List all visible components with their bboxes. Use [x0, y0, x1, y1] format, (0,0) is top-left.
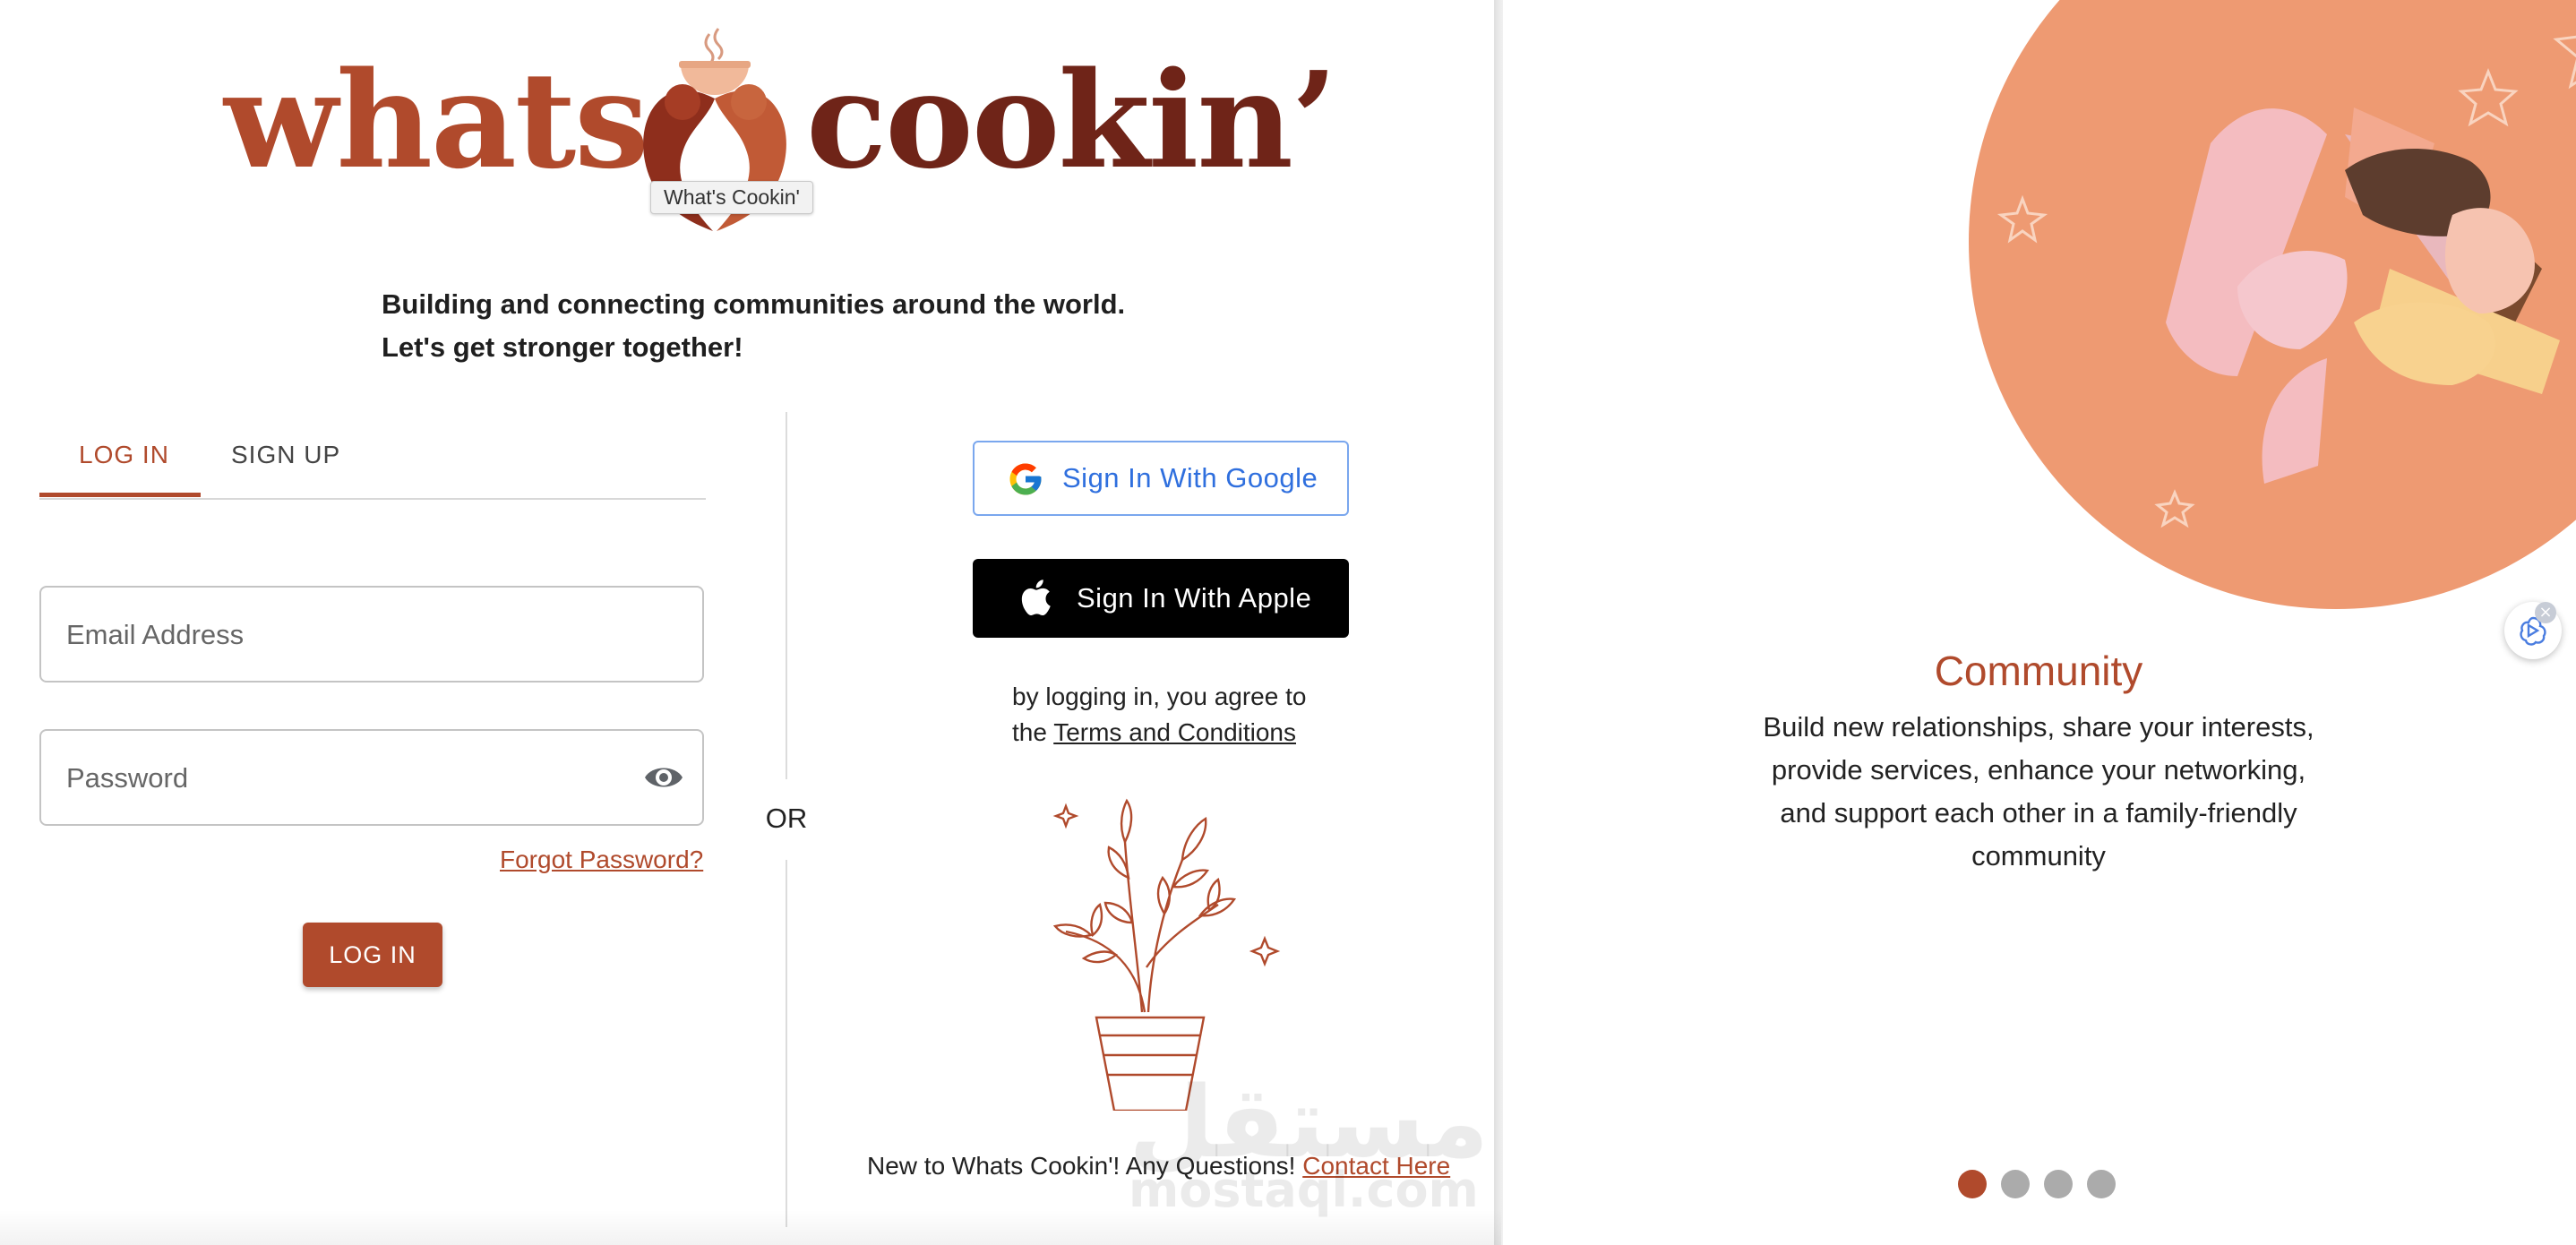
terms-text-line-2: the Terms and Conditions: [1012, 718, 1296, 747]
tagline-line-2: Let's get stronger together!: [382, 331, 743, 363]
carousel-panel: Community Build new relationships, share…: [1503, 0, 2576, 1245]
tagline-line-1: Building and connecting communities arou…: [382, 288, 1126, 320]
logo-word-cookin: cookin’: [806, 42, 1337, 198]
slide-description-line: provide services, enhance your networkin…: [1771, 754, 2306, 786]
apple-signin-button[interactable]: Sign In With Apple: [973, 559, 1349, 638]
carousel-dot-2[interactable]: [2001, 1170, 2030, 1198]
plant-illustration: [1052, 798, 1281, 1111]
eye-icon[interactable]: [643, 760, 684, 795]
login-panel: whats cookin’ What's Cookin' Building an…: [0, 0, 1501, 1245]
slide-description-line: community: [1971, 840, 2106, 872]
watermark-arabic: مستقل: [1129, 1065, 1490, 1180]
divider-line-top: [786, 412, 787, 779]
logo-word-whats: whats: [224, 42, 649, 198]
email-field[interactable]: [39, 586, 704, 683]
carousel-dot-4[interactable]: [2087, 1170, 2116, 1198]
slide-description-line: Build new relationships, share your inte…: [1763, 711, 2314, 743]
forgot-password-link[interactable]: Forgot Password?: [500, 846, 703, 874]
app-logo: whats cookin’ What's Cookin': [224, 18, 1337, 242]
password-field[interactable]: [39, 729, 704, 826]
slide-title: Community: [1934, 648, 2143, 694]
password-input[interactable]: [64, 731, 597, 826]
active-tab-indicator: [39, 493, 201, 497]
close-icon[interactable]: ×: [2535, 602, 2556, 623]
terms-link[interactable]: Terms and Conditions: [1053, 718, 1296, 746]
login-button[interactable]: LOG IN: [303, 923, 442, 987]
auth-tabs: LOG IN SIGN UP: [39, 421, 706, 500]
email-input[interactable]: [64, 588, 597, 683]
watermark-latin: mostaql.com: [1129, 1162, 1479, 1218]
terms-text-line-1: by logging in, you agree to: [1012, 683, 1307, 710]
watermark: مستقل mostaql.com: [1129, 1065, 1490, 1218]
logo-tooltip: What's Cookin': [650, 181, 813, 214]
community-hands-illustration: [1969, 0, 2576, 609]
google-signin-button[interactable]: Sign In With Google: [973, 441, 1349, 516]
slide-description-line: and support each other in a family-frien…: [1780, 797, 2297, 829]
tab-login[interactable]: LOG IN: [79, 441, 169, 469]
google-icon: [1009, 463, 1042, 495]
carousel-dot-3[interactable]: [2044, 1170, 2073, 1198]
divider-line-bottom: [786, 860, 787, 1227]
terms-prefix: the: [1012, 718, 1054, 746]
tab-signup[interactable]: SIGN UP: [231, 441, 340, 469]
or-separator: OR: [765, 803, 808, 834]
apple-signin-label: Sign In With Apple: [1077, 582, 1312, 614]
bottom-shade: [0, 1209, 1501, 1245]
google-signin-label: Sign In With Google: [1062, 462, 1318, 494]
carousel-dot-1[interactable]: [1958, 1170, 1987, 1198]
apple-icon: [1021, 580, 1051, 616]
